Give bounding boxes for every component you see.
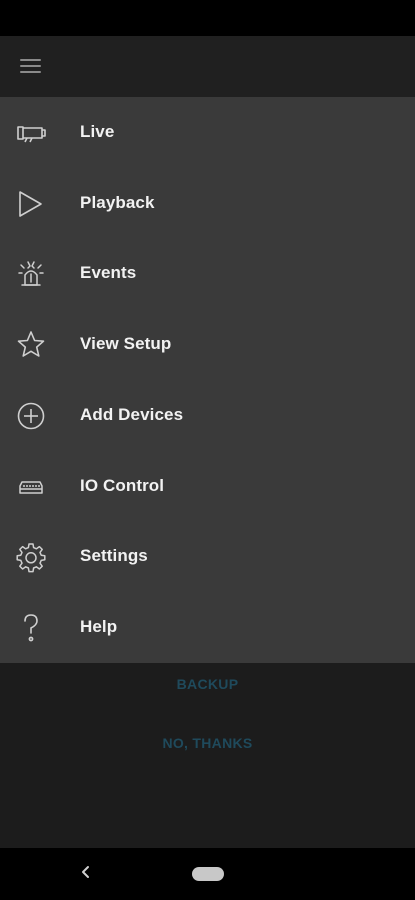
- add-circle-icon: [14, 400, 48, 432]
- menu-label-help: Help: [80, 617, 118, 636]
- menu-item-io-control[interactable]: IO Control: [0, 452, 415, 522]
- menu-label-settings: Settings: [80, 546, 148, 565]
- menu-item-playback[interactable]: Playback: [0, 169, 415, 239]
- menu-item-view-setup[interactable]: View Setup: [0, 310, 415, 380]
- menu-toggle-icon[interactable]: [19, 56, 43, 76]
- app-bar: [0, 36, 415, 97]
- play-icon: [14, 188, 48, 220]
- menu-label-live: Live: [80, 122, 115, 141]
- no-thanks-button[interactable]: NO, THANKS: [0, 735, 415, 751]
- alarm-icon: [14, 258, 48, 290]
- menu-label-playback: Playback: [80, 193, 155, 212]
- status-bar: [0, 0, 415, 36]
- menu-item-help[interactable]: Help: [0, 593, 415, 663]
- menu-item-settings[interactable]: Settings: [0, 522, 415, 592]
- question-icon: [14, 612, 48, 644]
- gear-icon: [14, 541, 48, 573]
- menu-label-events: Events: [80, 263, 137, 282]
- io-device-icon: [14, 471, 48, 503]
- star-icon: [14, 329, 48, 361]
- menu-item-events[interactable]: Events: [0, 239, 415, 309]
- screen: BACKUP NO, THANKS Live Playback Events V…: [0, 0, 415, 900]
- navigation-drawer: Live Playback Events View Setup Add Devi…: [0, 97, 415, 663]
- menu-label-add-devices: Add Devices: [80, 405, 184, 424]
- home-pill-icon[interactable]: [192, 867, 224, 881]
- menu-item-add-devices[interactable]: Add Devices: [0, 381, 415, 451]
- camera-icon: [14, 117, 48, 149]
- menu-label-view-setup: View Setup: [80, 334, 172, 353]
- system-nav-bar: [0, 848, 415, 900]
- back-icon[interactable]: [76, 860, 96, 884]
- backup-button[interactable]: BACKUP: [0, 676, 415, 692]
- menu-label-io-control: IO Control: [80, 476, 165, 495]
- menu-item-live[interactable]: Live: [0, 98, 415, 168]
